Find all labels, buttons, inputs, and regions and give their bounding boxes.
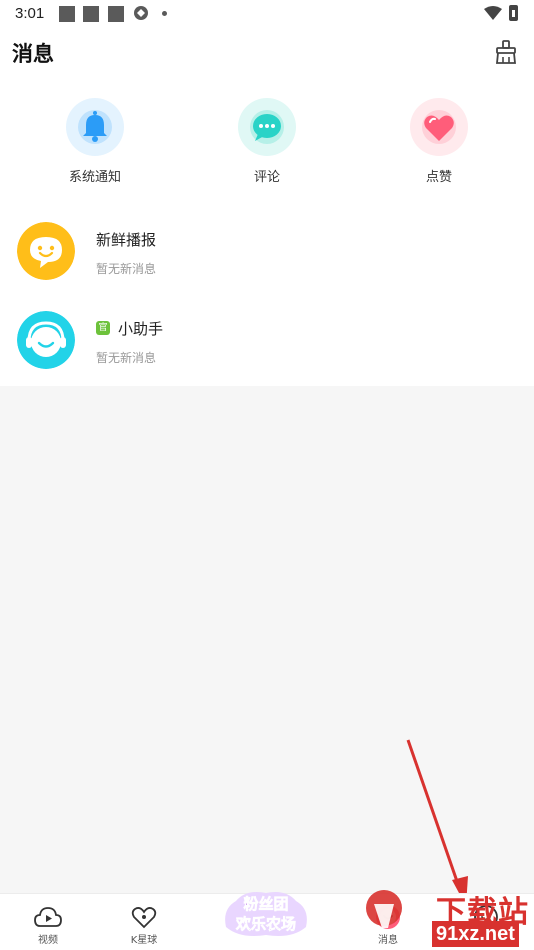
heart-icon [410, 98, 468, 156]
notification-icon [108, 6, 124, 22]
list-item-subtitle: 暂无新消息 [96, 262, 157, 276]
list-item-title: 小助手 [118, 320, 164, 338]
tab-k-planet[interactable]: K星球 [96, 894, 192, 950]
category-row: 系统通知 评论 点赞 [0, 86, 534, 196]
chat-bubble-icon [238, 98, 296, 156]
heart-outline-icon [131, 907, 157, 929]
category-label: 点赞 [425, 170, 452, 185]
wifi-icon [484, 6, 502, 20]
tab-label: 视频 [38, 935, 58, 946]
category-label: 评论 [253, 170, 280, 185]
official-badge: 官 [96, 321, 110, 335]
headset-face-icon [17, 311, 75, 369]
notification-icon [59, 6, 75, 22]
list-item-title: 新鲜播报 [96, 231, 157, 249]
watermark-url: 91xz.net [432, 921, 519, 947]
status-time: 3:01 [15, 5, 45, 22]
category-likes[interactable]: 点赞 [379, 98, 499, 185]
tab-video[interactable]: 视频 [0, 894, 96, 950]
page-title: 消息 [12, 42, 54, 66]
broom-icon[interactable] [493, 39, 519, 65]
battery-icon [509, 5, 518, 21]
list-item-subtitle: 暂无新消息 [96, 351, 157, 365]
svg-text:粉丝团: 粉丝团 [243, 895, 288, 913]
video-cloud-icon [34, 907, 62, 927]
category-system-notice[interactable]: 系统通知 [35, 98, 155, 185]
category-label: 系统通知 [68, 170, 121, 185]
category-comment[interactable]: 评论 [207, 98, 327, 185]
status-bar: 3:01 [0, 0, 534, 28]
tab-label: K星球 [130, 935, 158, 946]
promo-fan-farm[interactable]: 粉丝团 欢乐农场 [222, 887, 310, 939]
message-list: 新鲜播报 暂无新消息 官 小助手 暂无新消息 [0, 196, 534, 386]
annotation-arrow [406, 739, 468, 906]
svg-text:欢乐农场: 欢乐农场 [235, 915, 296, 933]
more-notifications-dot [162, 11, 167, 16]
list-item-news[interactable]: 新鲜播报 暂无新消息 [0, 196, 534, 284]
page-root: 3:01 消息 系统通知 评论 点赞 新鲜播报 暂无新消息 官 小助手 暂无新消… [0, 0, 534, 950]
smile-bubble-icon [17, 222, 75, 280]
notification-icon [83, 6, 99, 22]
bell-icon [66, 98, 124, 156]
sync-icon [134, 6, 148, 20]
list-item-assistant[interactable]: 官 小助手 暂无新消息 [0, 284, 534, 372]
fan-farm-logo: 粉丝团 欢乐农场 [225, 892, 307, 936]
header: 消息 [0, 28, 534, 86]
